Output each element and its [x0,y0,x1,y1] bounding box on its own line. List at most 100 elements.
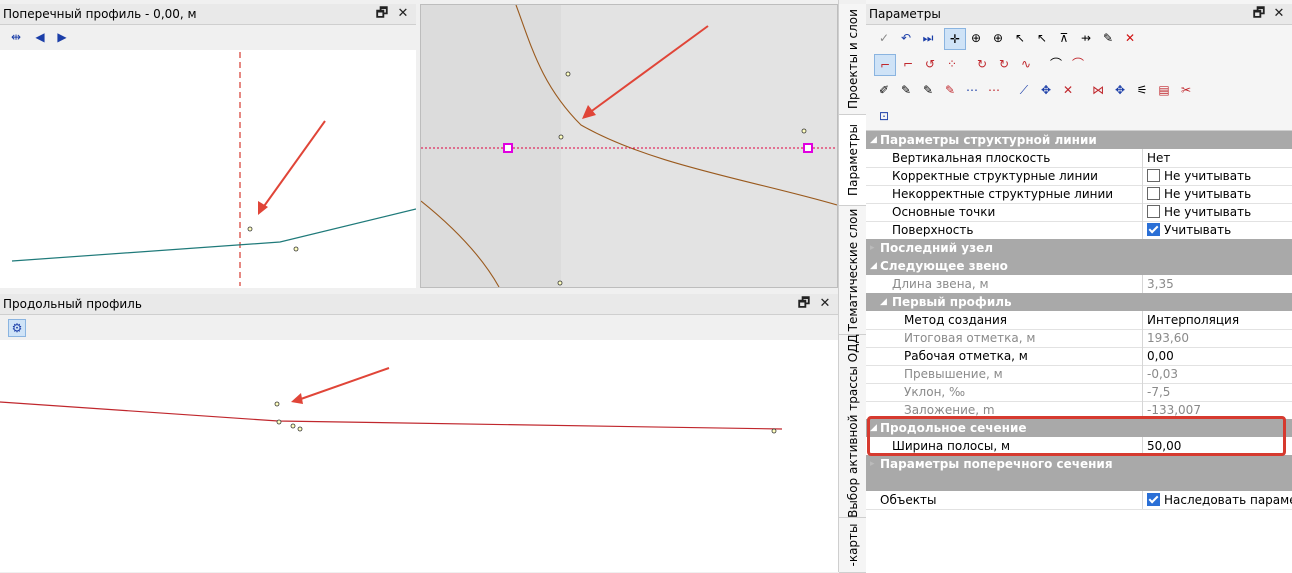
crosshair-icon[interactable]: ✛ [944,28,966,50]
section-handle [803,143,813,153]
section-first-profile[interactable]: ◢ Первый профиль [866,293,1292,311]
cut-icon[interactable]: ✂ [1176,80,1196,100]
restore-icon[interactable]: 🗗 [1252,4,1266,24]
frame-icon[interactable]: ⊡ [874,106,894,126]
collapse-icon[interactable]: ▸ [870,239,875,257]
checkbox[interactable] [1147,205,1160,218]
undo-icon[interactable]: ↶ [896,28,916,48]
point-marker [801,128,807,134]
checkmark-icon[interactable]: ✓ [874,28,894,48]
checkbox-field[interactable]: Не учитывать [1142,167,1292,185]
long-profile-toolbar: ⚙ [0,316,838,338]
add-point-icon[interactable]: ⟋ [1014,80,1034,100]
skip-end-icon[interactable]: ⏭ [918,28,938,48]
arrow-right-icon[interactable]: ▶ [54,29,70,45]
line-arc-icon[interactable]: ↺ [920,54,940,74]
point-marker [558,134,564,140]
expand-icon[interactable]: ◢ [870,257,877,275]
tab-route[interactable]: Выбор активной трассы ОДД [839,334,867,518]
checkbox-field[interactable]: Учитывать [1142,221,1292,239]
eraser-icon[interactable]: ✎ [918,80,938,100]
split-icon[interactable]: ⊼ [1054,28,1074,48]
line-step-icon[interactable]: ⌐ [898,54,918,74]
row-main-points[interactable]: Основные точки Не учитывать [866,203,1292,222]
rotate-point-icon[interactable]: ↻ [994,54,1014,74]
annotation-arrow [297,367,390,401]
remove-point-icon[interactable]: ✕ [1058,80,1078,100]
target-icon[interactable]: ⊕ [966,28,986,48]
map-curve [421,200,500,287]
point-marker [557,280,563,286]
section-cross-section[interactable]: ▸ Параметры поперечного сечения [866,455,1292,473]
dots-cross-icon[interactable]: ⋯ [984,80,1004,100]
row-incorrect-lines[interactable]: Некорректные структурные линии Не учитыв… [866,185,1292,204]
section-last-node[interactable]: ▸ Последний узел [866,239,1292,257]
section-structural-line[interactable]: ◢ Параметры структурной линии [866,131,1292,149]
close-icon[interactable]: ✕ [1272,4,1286,24]
section-next-link[interactable]: ◢ Следующее звено [866,257,1292,275]
select-text-icon[interactable]: ↖ [1032,28,1052,48]
row-working-mark[interactable]: Рабочая отметка, м 0,00 [866,347,1292,366]
map-drawing [421,5,837,287]
params-toolbar-3: ✐ ✎ ✎ ✎ ⋯ ⋯ ⟋ ✥ ✕ ⋈ ✥ ⚟ ▤ ✂ [866,80,1292,102]
checkbox-checked[interactable] [1147,223,1160,236]
paint-icon[interactable]: ✐ [874,80,894,100]
select-icon[interactable]: ↖ [1010,28,1030,48]
restore-icon[interactable]: 🗗 [797,294,811,314]
grid-icon[interactable]: ⁘ [942,54,962,74]
checkbox[interactable] [1147,187,1160,200]
line-mode-icon[interactable]: ⌐ [874,54,896,76]
cross-profile-canvas[interactable] [0,50,416,288]
delete-icon[interactable]: ✕ [1120,28,1140,48]
move-node-icon[interactable]: ✥ [1110,80,1130,100]
pen-red-icon[interactable]: ✎ [940,80,960,100]
arrow-left-icon[interactable]: ◀ [32,29,48,45]
cross-profile-title: Поперечный профиль - 0,00, м [3,7,197,21]
point-marker [293,246,299,252]
doc-icon[interactable]: ▤ [1154,80,1174,100]
checkbox[interactable] [1147,169,1160,182]
insert-icon[interactable]: ⇸ [1076,28,1096,48]
params-title: Параметры [869,7,941,21]
checkbox-field[interactable]: Наследовать параметры [1142,491,1292,509]
row-vertical-plane[interactable]: Вертикальная плоскость Нет [866,149,1292,168]
row-excess[interactable]: Превышение, м -0,03 [866,365,1292,384]
row-link-length[interactable]: Длина звена, м 3,35 [866,275,1292,294]
arc-remove-icon[interactable]: ⌒ [1068,54,1088,74]
point-marker [297,426,303,432]
row-final-mark[interactable]: Итоговая отметка, м 193,60 [866,329,1292,348]
move-point-icon[interactable]: ✥ [1036,80,1056,100]
row-creation-method[interactable]: Метод создания Интерполяция [866,311,1292,330]
map-view[interactable] [420,4,838,288]
row-surface[interactable]: Поверхность Учитывать [866,221,1292,240]
checkbox-field[interactable]: Не учитывать [1142,185,1292,203]
tab-params[interactable]: Параметры [839,115,867,206]
link-icon[interactable]: ⋈ [1088,80,1108,100]
profile-line [0,401,783,430]
pipette-icon[interactable]: ✎ [1098,28,1118,48]
long-profile-canvas[interactable] [0,340,838,572]
fit-icon[interactable]: ⇹ [8,29,24,45]
rotate-icon[interactable]: ↻ [972,54,992,74]
arc-icon[interactable]: ⌒ [1046,54,1066,74]
expand-icon[interactable]: ◢ [870,131,877,149]
row-slope[interactable]: Уклон, ‰ -7,5 [866,383,1292,402]
tab-maps[interactable]: -карты [839,518,867,573]
checkbox-checked[interactable] [1147,493,1160,506]
row-correct-lines[interactable]: Корректные структурные линии Не учитыват… [866,167,1292,186]
expand-icon[interactable]: ◢ [880,293,887,311]
tab-projects[interactable]: Проекты и слои [839,4,867,115]
checkbox-field[interactable]: Не учитывать [1142,203,1292,221]
dots-line-icon[interactable]: ⋯ [962,80,982,100]
restore-icon[interactable]: 🗗 [375,4,389,24]
collapse-icon[interactable]: ▸ [870,455,875,473]
curve-icon[interactable]: ∿ [1016,54,1036,74]
close-icon[interactable]: ✕ [818,294,832,314]
tab-thematic[interactable]: Тематические слои [839,206,867,335]
target-move-icon[interactable]: ⊕ [988,28,1008,48]
pen-icon[interactable]: ✎ [896,80,916,100]
close-icon[interactable]: ✕ [396,4,410,24]
stairs-icon[interactable]: ⚟ [1132,80,1152,100]
profile-settings-icon[interactable]: ⚙ [8,319,26,337]
row-objects[interactable]: Объекты Наследовать параметры [866,491,1292,510]
